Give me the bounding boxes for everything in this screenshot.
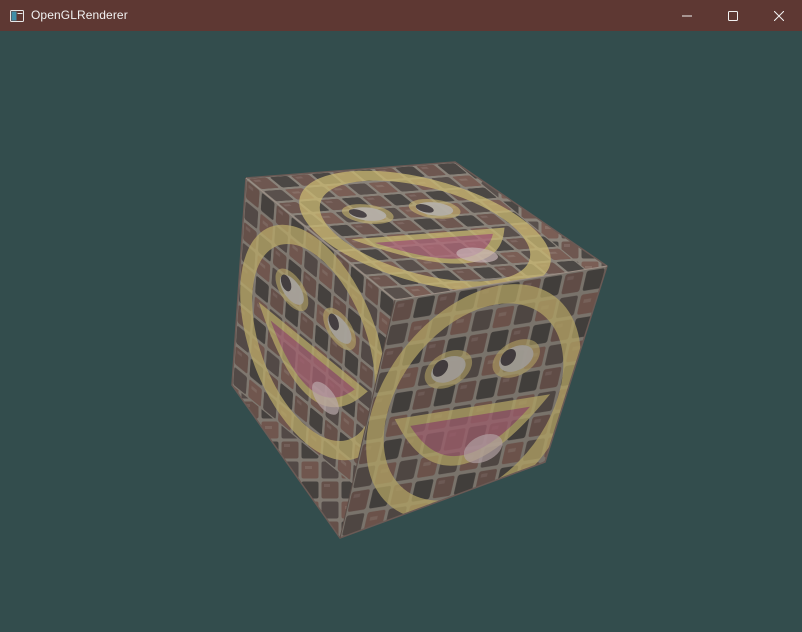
maximize-button[interactable] [710,0,756,31]
minimize-icon [682,15,692,16]
window-title: OpenGLRenderer [31,8,128,22]
app-window: OpenGLRenderer [0,0,802,632]
render-viewport[interactable] [0,31,802,632]
title-bar[interactable]: OpenGLRenderer [0,0,802,31]
close-icon [774,10,784,21]
minimize-button[interactable] [664,0,710,31]
close-button[interactable] [756,0,802,31]
rendered-cube-scene [231,161,608,539]
app-window-icon [10,9,24,22]
window-controls [664,0,802,31]
maximize-icon [728,10,738,21]
